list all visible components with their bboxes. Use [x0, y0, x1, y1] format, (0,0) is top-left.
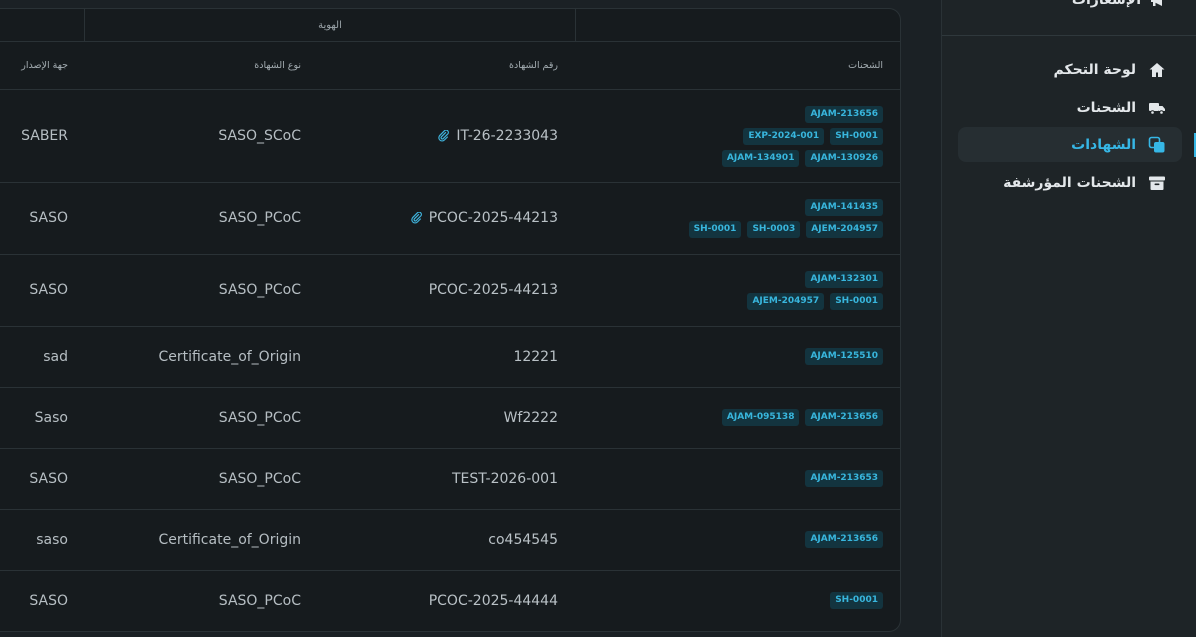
table-row[interactable]: SH-0001 AJEM-204957 AJAM-132301 PCOC-2025-4… — [0, 254, 900, 327]
sidebar-item-archived-shipments[interactable]: الشحنات المؤرشفة — [958, 165, 1182, 200]
shipment-tag[interactable]: EXP-2024-001 — [743, 127, 825, 145]
shipment-tag[interactable]: SH-0001 — [830, 292, 883, 310]
certificate-number-cell: co454545 — [488, 509, 558, 570]
certificate-type-cell: SASO_SCoC — [218, 128, 301, 144]
issuer-column-header[interactable]: جهة الإصدار — [21, 42, 68, 89]
attachment-icon[interactable] — [438, 130, 450, 142]
truck-icon — [1148, 99, 1166, 117]
table-group-header-row: الهوية — [0, 9, 900, 42]
sidebar-item-notifications[interactable]: الإشعارات — [1072, 0, 1167, 10]
sidebar-item-label: الشهادات — [1071, 136, 1136, 153]
certificate-type-cell: Certificate_of_Origin — [158, 531, 301, 548]
certificate-number: IT-26-2233043 — [456, 128, 558, 144]
shipment-tag[interactable]: AJAM-134901 — [721, 149, 800, 167]
shipment-tag[interactable]: SH-0001 — [688, 220, 742, 238]
identity-group-header: الهوية — [84, 9, 576, 41]
sidebar: الإشعارات لوحة التحكم الشحنات الشهادات ا… — [941, 0, 1196, 637]
shipment-tag[interactable]: AJEM-204957 — [747, 292, 825, 310]
certificate-number-cell: PCOC-2025-44213 — [429, 254, 558, 326]
shipment-tag[interactable]: AJAM-213653 — [805, 470, 883, 487]
certificate-number: co454545 — [488, 531, 558, 548]
shipment-tag[interactable]: SH-0003 — [747, 220, 801, 238]
shipment-tag[interactable]: AJAM-213656 — [805, 531, 883, 548]
attachment-icon[interactable] — [410, 212, 423, 224]
table-row[interactable]: AJAM-130926 AJAM-134901 SH-0001 EXP-2024-00… — [0, 90, 900, 183]
shipments-column-header[interactable]: الشحنات — [848, 42, 883, 89]
table-row[interactable]: AJAM-213656 co454545 Certificate_of_Origin… — [0, 509, 900, 571]
sidebar-item-label: لوحة التحكم — [1053, 61, 1136, 78]
certificate-number: PCOC-2025-44444 — [428, 592, 558, 609]
issuer-cell: SASO — [29, 592, 68, 609]
certificates-table: الهوية الشحنات رقم الشهادة نوع الشهادة ج… — [0, 8, 901, 632]
certificate-type-cell: SASO_PCoC — [218, 592, 301, 609]
table-row[interactable]: AJAM-213653 TEST-2026-001 SASO_PCoC SASO — [0, 448, 900, 510]
shipments-cell: SH-0001 — [673, 570, 883, 631]
certificate-number: PCOC-2025-44213 — [428, 210, 558, 226]
certificate-number-cell: IT-26-2233043 — [438, 90, 558, 182]
sidebar-item-certificates[interactable]: الشهادات — [958, 127, 1182, 162]
certificate-number: Wf2222 — [503, 409, 558, 426]
shipment-tag[interactable]: AJAM-141435 — [805, 198, 883, 216]
shipment-tag[interactable]: SH-0001 — [830, 592, 883, 609]
shipment-tag[interactable]: AJAM-130926 — [805, 149, 883, 167]
issuer-cell: saso — [36, 531, 68, 548]
certificate-number-cell: TEST-2026-001 — [452, 448, 558, 509]
table-row[interactable]: AJEM-204957 SH-0003 SH-0001 AJAM-141435 PCOC… — [0, 182, 900, 255]
shipment-tag[interactable]: AJAM-095138 — [721, 409, 800, 426]
sidebar-item-dashboard[interactable]: لوحة التحكم — [958, 52, 1182, 87]
copy-icon — [1148, 136, 1166, 154]
certificate-number-cell: PCOC-2025-44444 — [429, 570, 558, 631]
certificate-number-cell: PCOC-2025-44213 — [410, 182, 558, 254]
shipment-tag[interactable]: AJAM-213656 — [805, 409, 883, 426]
shipment-tag[interactable]: AJAM-132301 — [805, 270, 883, 288]
shipment-tag[interactable]: AJAM-213656 — [805, 105, 883, 123]
issuer-cell: Saso — [34, 409, 68, 426]
sidebar-divider — [942, 35, 1196, 36]
issuer-cell: SABER — [21, 128, 68, 144]
certificate-number: 12221 — [513, 348, 558, 365]
certificate-type-cell: SASO_PCoC — [218, 409, 301, 426]
certificate-number-cell: 12221 — [513, 326, 558, 387]
certificate-number-cell: Wf2222 — [504, 387, 558, 448]
issuer-cell: SASO — [29, 210, 68, 226]
shipments-cell: SH-0001 AJEM-204957 AJAM-132301 — [673, 254, 883, 326]
sidebar-item-label: الشحنات المؤرشفة — [1003, 174, 1136, 191]
certificate-number: TEST-2026-001 — [451, 470, 558, 487]
home-icon — [1148, 61, 1166, 79]
archive-icon — [1148, 174, 1166, 192]
sidebar-item-label: الإشعارات — [1071, 0, 1141, 8]
certificate-type-cell: SASO_PCoC — [218, 210, 301, 226]
table-header-row: الشحنات رقم الشهادة نوع الشهادة جهة الإص… — [0, 42, 900, 90]
certificate-type-cell: Certificate_of_Origin — [158, 348, 301, 365]
certificate-type-cell: SASO_PCoC — [218, 470, 301, 487]
sidebar-item-label: الشحنات — [1076, 99, 1136, 116]
issuer-cell: SASO — [29, 282, 68, 298]
certificate-number-column-header[interactable]: رقم الشهادة — [509, 42, 558, 89]
shipment-tag[interactable]: AJAM-125510 — [805, 348, 883, 365]
table-row[interactable]: AJAM-213656 AJAM-095138 Wf2222 SASO_PCoC Sas… — [0, 387, 900, 449]
shipments-cell: AJAM-213656 AJAM-095138 — [673, 387, 883, 448]
shipments-cell: AJAM-130926 AJAM-134901 SH-0001 EXP-2024-00… — [673, 90, 883, 182]
issuer-cell: sad — [43, 348, 68, 365]
table-row[interactable]: SH-0001 PCOC-2025-44444 SASO_PCoC SASO — [0, 570, 900, 631]
shipments-cell: AJAM-125510 — [673, 326, 883, 387]
megaphone-icon — [1149, 0, 1167, 9]
shipments-cell: AJAM-213653 — [673, 448, 883, 509]
certificate-type-column-header[interactable]: نوع الشهادة — [254, 42, 301, 89]
table-row[interactable]: AJAM-125510 12221 Certificate_of_Origin sad — [0, 326, 900, 388]
shipments-cell: AJAM-213656 — [673, 509, 883, 570]
shipment-tag[interactable]: AJEM-204957 — [806, 220, 883, 238]
shipment-tag[interactable]: SH-0001 — [830, 127, 883, 145]
sidebar-item-shipments[interactable]: الشحنات — [958, 90, 1182, 125]
shipments-cell: AJEM-204957 SH-0003 SH-0001 AJAM-141435 — [673, 182, 883, 254]
certificate-type-cell: SASO_PCoC — [218, 282, 301, 298]
certificate-number: PCOC-2025-44213 — [428, 282, 558, 298]
issuer-cell: SASO — [29, 470, 68, 487]
